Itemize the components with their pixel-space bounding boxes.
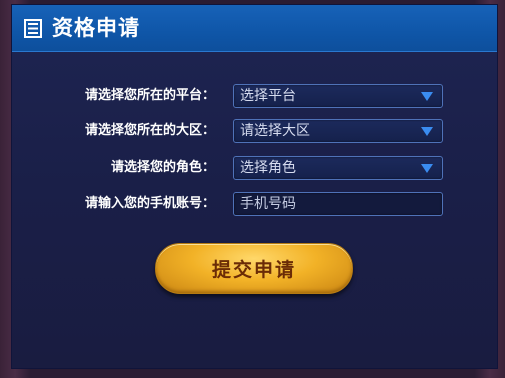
role-row: 请选择您的角色： 选择角色 (12, 156, 497, 180)
role-label: 请选择您的角色： (110, 160, 215, 175)
submit-button[interactable]: 提交申请 (155, 243, 353, 294)
platform-row: 请选择您所在的平台： 选择平台 (12, 84, 497, 108)
role-select[interactable]: 选择角色 (233, 156, 443, 180)
phone-row: 请输入您的手机账号： (12, 192, 497, 216)
application-panel: 资格申请 请选择您所在的平台： 选择平台 请选择您所在的大区： 请选择大区 请选… (12, 5, 497, 368)
region-row: 请选择您所在的大区： 请选择大区 (12, 119, 497, 143)
phone-label: 请输入您的手机账号： (84, 196, 215, 211)
document-list-icon (24, 19, 42, 38)
chevron-down-icon (421, 127, 433, 136)
role-select-value: 选择角色 (240, 160, 296, 176)
region-label: 请选择您所在的大区： (84, 123, 215, 138)
phone-input[interactable] (233, 192, 443, 216)
panel-header: 资格申请 (12, 5, 497, 52)
platform-select-value: 选择平台 (240, 88, 296, 104)
chevron-down-icon (421, 92, 433, 101)
region-select[interactable]: 请选择大区 (233, 119, 443, 143)
platform-label: 请选择您所在的平台： (84, 88, 215, 103)
region-select-value: 请选择大区 (240, 123, 310, 139)
platform-select[interactable]: 选择平台 (233, 84, 443, 108)
page-title: 资格申请 (52, 16, 140, 40)
chevron-down-icon (421, 164, 433, 173)
